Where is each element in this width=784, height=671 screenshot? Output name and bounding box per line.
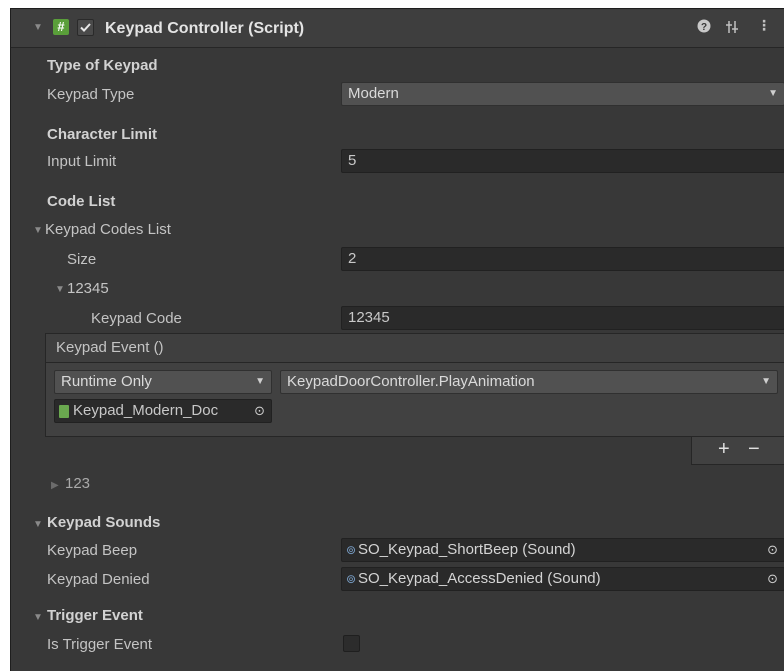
runtime-only-value: Runtime Only: [61, 373, 152, 390]
section-type-of-keypad: Type of Keypad: [47, 57, 158, 74]
kebab-menu-icon[interactable]: ⋮: [757, 17, 771, 34]
presets-sliders-icon[interactable]: [725, 19, 739, 38]
foldout-arrow-icon[interactable]: ▼: [33, 519, 43, 530]
component-enabled-checkbox[interactable]: [77, 19, 94, 36]
input-limit-field[interactable]: 5: [341, 149, 784, 173]
keypad-code-label: Keypad Code: [91, 310, 182, 327]
game-object-icon: [59, 405, 69, 418]
inspector-panel: ▼ # Keypad Controller (Script) ? ⋮ Type …: [10, 8, 784, 671]
is-trigger-event-checkbox[interactable]: [343, 635, 360, 652]
keypad-code-field[interactable]: 12345: [341, 306, 784, 330]
event-target-object-field[interactable]: Keypad_Modern_Doc ⊙: [54, 399, 272, 423]
object-picker-icon[interactable]: ⊙: [767, 568, 778, 590]
keypad-type-dropdown[interactable]: Modern ▼: [341, 82, 784, 106]
event-header: Keypad Event (): [45, 333, 784, 363]
event-body: Runtime Only ▼ KeypadDoorController.Play…: [45, 363, 784, 437]
section-keypad-sounds[interactable]: Keypad Sounds: [47, 514, 160, 531]
function-value: KeypadDoorController.PlayAnimation: [287, 373, 535, 390]
input-limit-value: 5: [348, 152, 357, 169]
size-value: 2: [348, 250, 357, 267]
keypad-beep-label: Keypad Beep: [47, 542, 138, 559]
component-title: Keypad Controller (Script): [105, 20, 305, 37]
event-target-object-value: Keypad_Modern_Doc: [73, 402, 219, 419]
runtime-only-dropdown[interactable]: Runtime Only ▼: [54, 370, 272, 394]
section-character-limit: Character Limit: [47, 126, 158, 143]
chevron-down-icon: ▼: [768, 88, 778, 99]
keypad-codes-list-label[interactable]: Keypad Codes List: [45, 221, 171, 238]
event-list-footer: + −: [691, 437, 784, 465]
keypad-beep-value: SO_Keypad_ShortBeep (Sound): [358, 541, 576, 558]
is-trigger-event-label: Is Trigger Event: [47, 636, 153, 653]
help-icon[interactable]: ?: [697, 19, 711, 36]
size-field[interactable]: 2: [341, 247, 784, 271]
hash-script-icon: #: [53, 19, 69, 35]
foldout-arrow-icon[interactable]: ▼: [55, 284, 65, 295]
foldout-arrow-icon[interactable]: ▼: [33, 225, 43, 236]
keypad-denied-label: Keypad Denied: [47, 571, 150, 588]
keypad-type-value: Modern: [348, 85, 399, 102]
component-header[interactable]: ▼ # Keypad Controller (Script) ? ⋮: [11, 9, 784, 48]
object-picker-icon[interactable]: ⊙: [767, 539, 778, 561]
foldout-arrow-icon[interactable]: ▼: [33, 612, 43, 623]
section-trigger-event[interactable]: Trigger Event: [47, 607, 143, 624]
function-dropdown[interactable]: KeypadDoorController.PlayAnimation ▼: [280, 370, 778, 394]
input-limit-label: Input Limit: [47, 153, 117, 170]
svg-text:?: ?: [701, 22, 707, 33]
keypad-denied-value: SO_Keypad_AccessDenied (Sound): [358, 570, 601, 587]
keypad-beep-field[interactable]: ⊚ SO_Keypad_ShortBeep (Sound) ⊙: [341, 538, 784, 562]
add-event-button[interactable]: +: [718, 438, 730, 461]
event-title: Keypad Event (): [56, 339, 164, 356]
remove-event-button[interactable]: −: [748, 438, 760, 461]
scriptable-object-icon: ⊚: [346, 572, 357, 586]
keypad-type-label: Keypad Type: [47, 86, 135, 103]
chevron-down-icon: ▼: [255, 376, 265, 387]
checkmark-icon: [80, 23, 91, 32]
section-code-list: Code List: [47, 193, 116, 210]
chevron-down-icon: ▼: [761, 376, 771, 387]
scriptable-object-icon: ⊚: [346, 543, 357, 557]
keypad-denied-field[interactable]: ⊚ SO_Keypad_AccessDenied (Sound) ⊙: [341, 567, 784, 591]
keypad-code-value: 12345: [348, 309, 390, 326]
object-picker-icon[interactable]: ⊙: [254, 400, 265, 422]
element-12345-label[interactable]: 12345: [67, 280, 109, 297]
element-123-label[interactable]: 123: [65, 475, 90, 492]
foldout-arrow-icon[interactable]: ▼: [33, 22, 43, 33]
foldout-arrow-right-icon[interactable]: ▶: [51, 480, 59, 491]
size-label: Size: [67, 251, 97, 268]
